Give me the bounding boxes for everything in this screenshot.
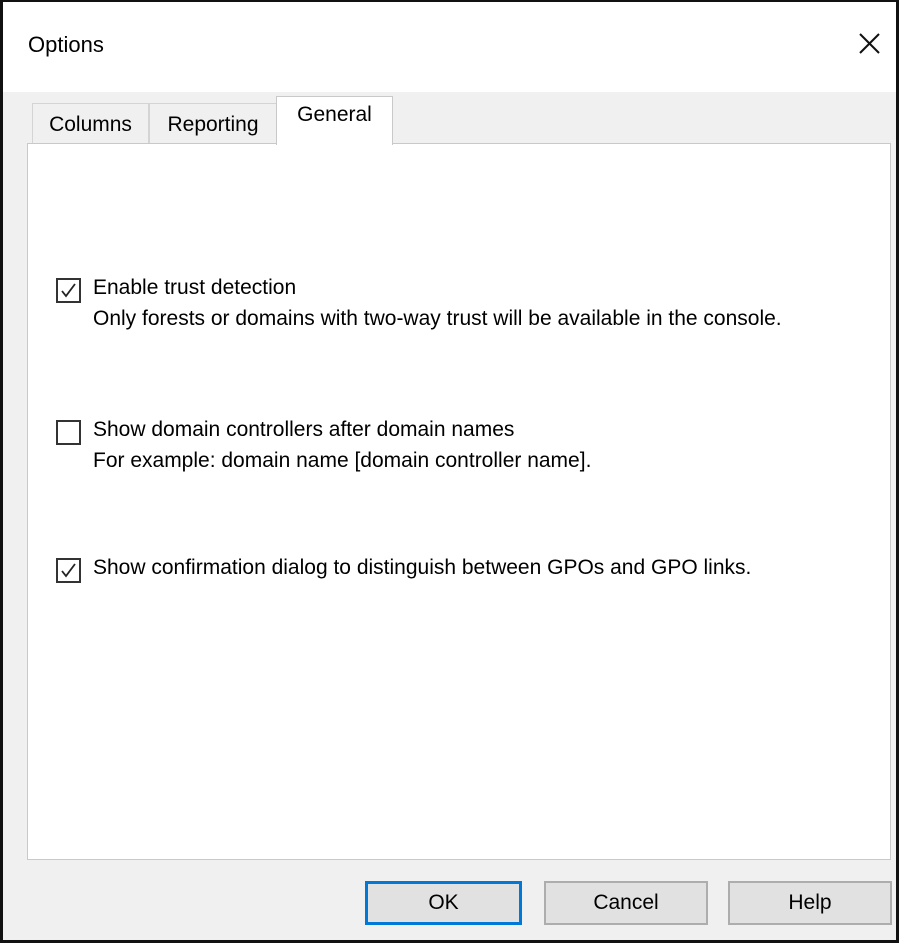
dialog-title: Options bbox=[28, 32, 104, 57]
checkmark-icon bbox=[61, 283, 76, 298]
help-button[interactable]: Help bbox=[728, 881, 892, 925]
enable-trust-detection-checkbox[interactable] bbox=[56, 278, 81, 303]
tab-general[interactable]: General bbox=[276, 96, 393, 145]
options-dialog: Options Columns Reporting General Enable… bbox=[0, 0, 899, 943]
cancel-button[interactable]: Cancel bbox=[544, 881, 708, 925]
show-confirmation-dialog-label[interactable]: Show confirmation dialog to distinguish … bbox=[93, 556, 751, 580]
tab-columns[interactable]: Columns bbox=[32, 103, 149, 143]
close-icon bbox=[859, 33, 880, 54]
title-bar: Options bbox=[3, 2, 896, 92]
show-domain-controllers-checkbox[interactable] bbox=[56, 420, 81, 445]
ok-button[interactable]: OK bbox=[365, 881, 522, 925]
general-tab-panel: Enable trust detection Only forests or d… bbox=[27, 143, 891, 860]
show-confirmation-dialog-checkbox[interactable] bbox=[56, 558, 81, 583]
enable-trust-detection-label[interactable]: Enable trust detection bbox=[93, 276, 296, 300]
tab-general-label: General bbox=[297, 103, 372, 126]
tab-reporting-label: Reporting bbox=[167, 113, 259, 136]
show-domain-controllers-label[interactable]: Show domain controllers after domain nam… bbox=[93, 418, 514, 442]
tab-columns-label: Columns bbox=[49, 113, 132, 136]
enable-trust-detection-description: Only forests or domains with two-way tru… bbox=[93, 307, 782, 330]
tab-reporting[interactable]: Reporting bbox=[149, 103, 277, 143]
close-button[interactable] bbox=[849, 24, 889, 64]
show-domain-controllers-description: For example: domain name [domain control… bbox=[93, 449, 592, 472]
checkmark-icon bbox=[61, 563, 76, 578]
